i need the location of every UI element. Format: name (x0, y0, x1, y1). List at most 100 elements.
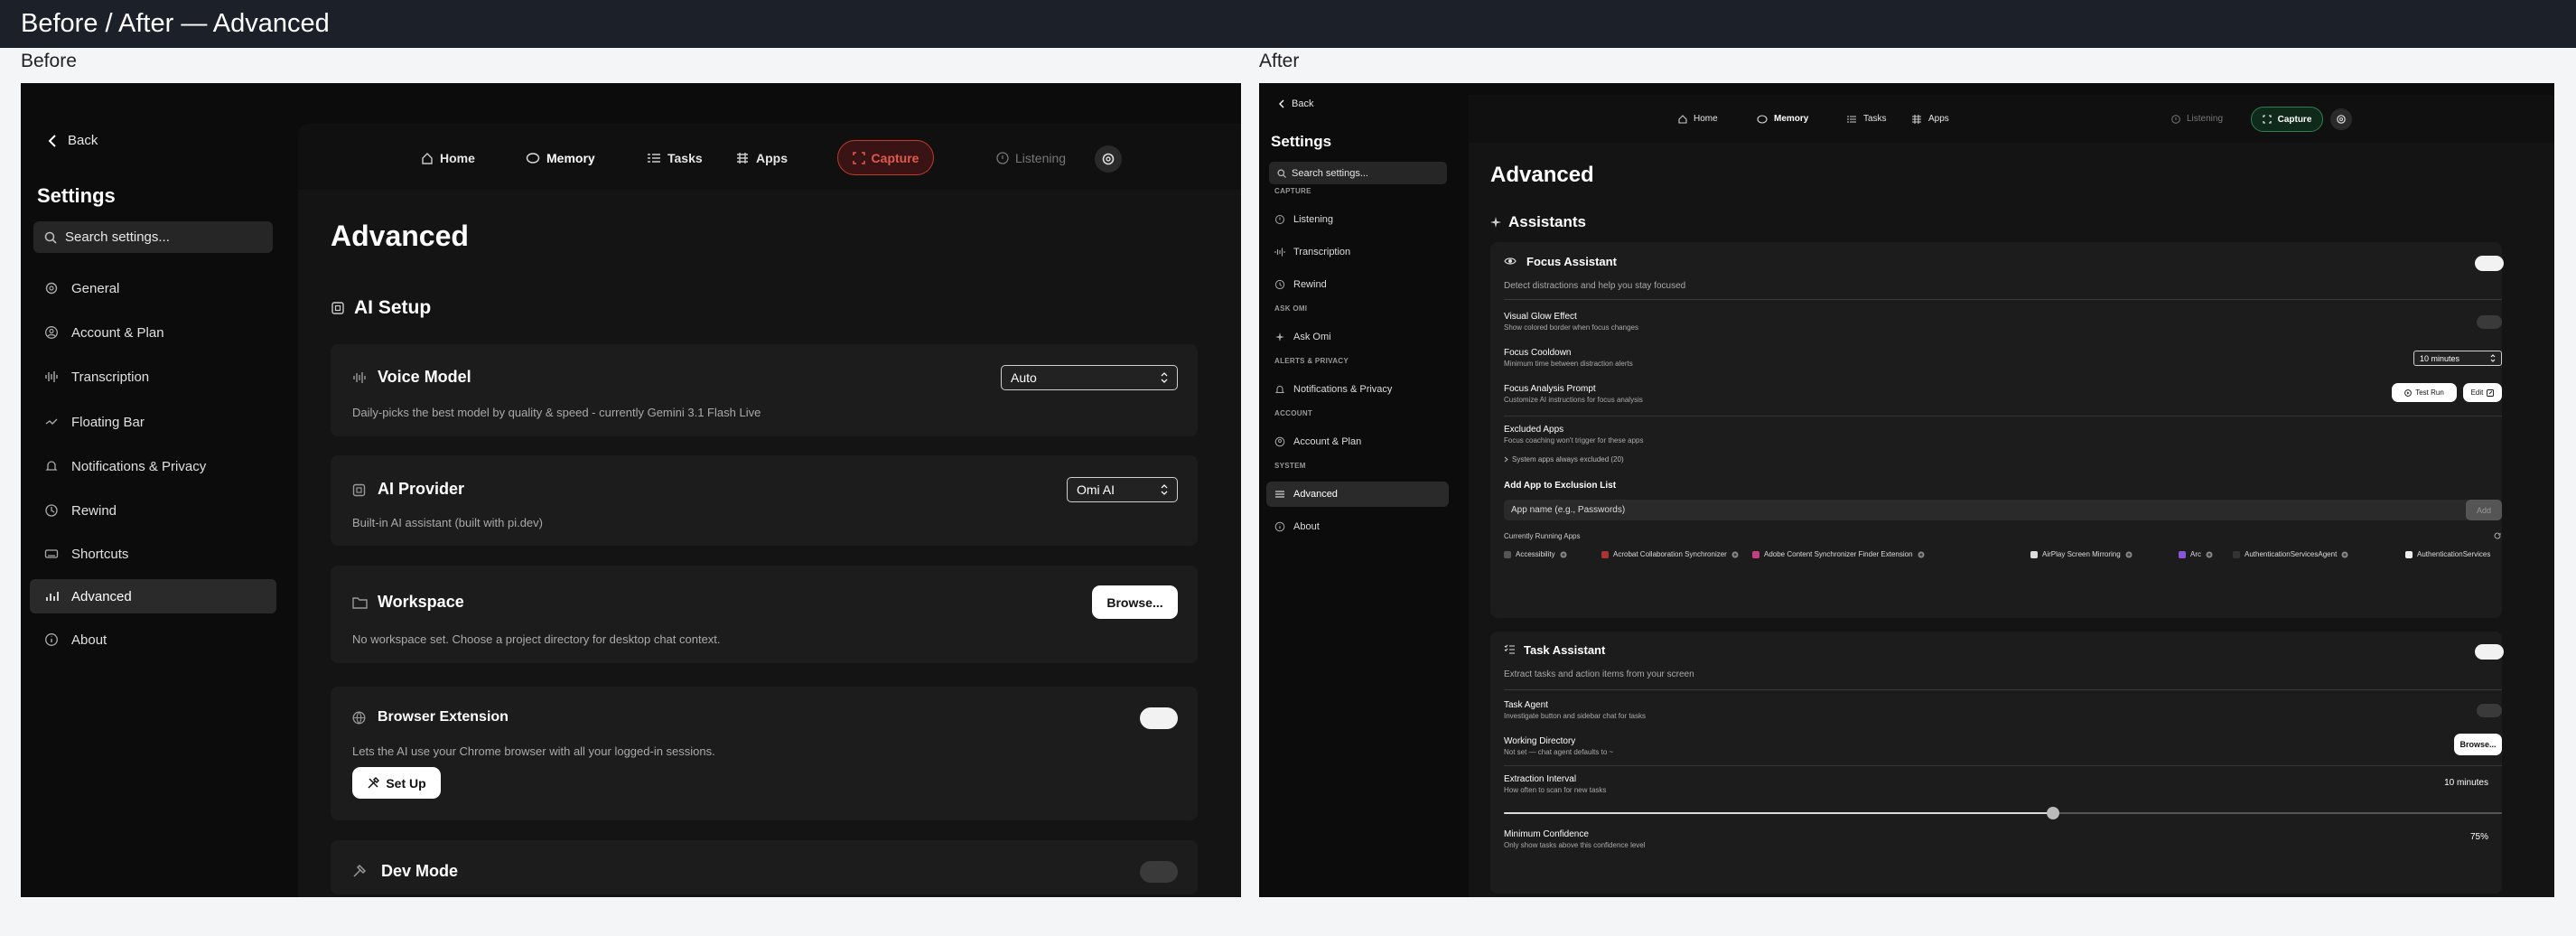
capture-button[interactable]: Capture (837, 140, 934, 175)
after-sidebar: Back Settings Search settings... CAPTURE… (1259, 83, 1463, 897)
sidebar-section-header: ASK OMI (1274, 304, 1308, 313)
tab-apps-label: Apps (1928, 114, 1949, 124)
interval-slider[interactable] (1504, 806, 2502, 820)
tab-apps-label: Apps (756, 151, 788, 165)
section-title: Assistants (1508, 213, 1586, 230)
working-dir-browse-button[interactable]: Browse... (2454, 734, 2502, 755)
info-icon (44, 632, 59, 647)
sidebar-item-account-plan[interactable]: Account & Plan (1266, 429, 1449, 454)
after-main: Home Memory Tasks Apps Listening Capture… (1469, 95, 2554, 897)
chevron-updown-icon (1161, 372, 1168, 383)
sidebar-item-listening[interactable]: Listening (1266, 207, 1449, 232)
tab-home[interactable]: Home (1678, 114, 1718, 124)
tab-apps[interactable]: Apps (735, 151, 788, 165)
title-bar: Before / After — Advanced (0, 0, 2576, 48)
ai-provider-select[interactable]: Omi AI (1067, 477, 1178, 502)
running-app-chip[interactable]: Acrobat Collaboration Synchronizer (1601, 550, 1739, 558)
running-app-chip[interactable]: Arc (2179, 550, 2213, 558)
tab-home[interactable]: Home (421, 151, 475, 165)
slider-thumb[interactable] (2046, 807, 2059, 819)
ai-provider-desc: Built-in AI assistant (built with pi.dev… (352, 516, 543, 529)
running-app-chip[interactable]: AuthenticationServicesAgent (2233, 550, 2348, 558)
section-header: Assistants (1490, 213, 1586, 231)
app-icon (1601, 550, 1609, 558)
sidebar-item-general[interactable]: General (30, 271, 276, 305)
settings-button[interactable] (1095, 145, 1122, 173)
running-app-chip[interactable]: AuthenticationServices (2405, 550, 2490, 558)
divider (1504, 765, 2502, 766)
brain-icon (526, 152, 540, 164)
running-app-chip[interactable]: Adobe Content Synchronizer Finder Extens… (1752, 550, 1925, 558)
sidebar-item-about[interactable]: About (30, 622, 276, 657)
running-app-chip[interactable]: Accessibility (1504, 550, 1567, 558)
voice-model-desc: Daily-picks the best model by quality & … (352, 406, 761, 419)
add-circle-icon[interactable] (1731, 551, 1739, 558)
sidebar-item-transcription[interactable]: Transcription (30, 360, 276, 394)
bell-icon (44, 459, 59, 473)
chip-icon (331, 301, 345, 315)
tab-home-label: Home (440, 151, 475, 165)
dev-mode-toggle[interactable] (1140, 861, 1178, 883)
add-circle-icon[interactable] (2341, 551, 2348, 558)
folder-icon (352, 596, 368, 609)
listening-status[interactable]: Listening (996, 151, 1066, 165)
add-circle-icon[interactable] (2125, 551, 2133, 558)
sidebar-item-notifications-privacy[interactable]: Notifications & Privacy (1266, 377, 1449, 402)
back-button[interactable]: Back (48, 133, 98, 148)
sidebar-item-ask-omi[interactable]: Ask Omi (1266, 324, 1449, 350)
add-circle-icon[interactable] (2206, 551, 2213, 558)
add-circle-icon[interactable] (1560, 551, 1567, 558)
sidebar-item-advanced[interactable]: Advanced (30, 579, 276, 613)
tab-memory[interactable]: Memory (1757, 114, 1808, 124)
sidebar-item-transcription[interactable]: Transcription (1266, 239, 1449, 265)
app-name: AuthenticationServicesAgent (2245, 550, 2338, 558)
setup-button[interactable]: Set Up (352, 767, 441, 799)
sidebar-item-label: General (71, 280, 120, 296)
browser-extension-card: Browser Extension Lets the AI use your C… (331, 687, 1198, 820)
working-dir-title: Working Directory (1504, 736, 1576, 746)
sidebar-item-label: Advanced (1293, 489, 1338, 500)
sidebar-item-rewind[interactable]: Rewind (1266, 272, 1449, 297)
sidebar-section-header: CAPTURE (1274, 187, 1311, 195)
globe-icon (352, 711, 366, 725)
running-app-chip[interactable]: AirPlay Screen Mirroring (2030, 550, 2133, 558)
sidebar-item-rewind[interactable]: Rewind (30, 493, 276, 528)
tasks-icon (1846, 115, 1857, 124)
app-name: AirPlay Screen Mirroring (2042, 550, 2121, 558)
workspace-browse-button[interactable]: Browse... (1092, 585, 1178, 619)
sidebar-item-advanced[interactable]: Advanced (1266, 482, 1449, 507)
search-placeholder: Search settings... (65, 229, 170, 245)
dev-mode-card: Dev Mode (331, 840, 1198, 894)
search-input[interactable]: Search settings... (1269, 162, 1447, 184)
tab-apps[interactable]: Apps (1911, 114, 1949, 124)
task-agent-toggle[interactable] (2477, 704, 2502, 717)
listening-status[interactable]: Listening (2171, 114, 2223, 124)
task-assistant-toggle[interactable] (2475, 644, 2504, 660)
voice-model-select[interactable]: Auto (1001, 365, 1178, 390)
waveform-icon (44, 370, 59, 384)
info-icon (1274, 521, 1285, 532)
capture-button[interactable]: Capture (2251, 107, 2323, 132)
tab-memory[interactable]: Memory (526, 151, 595, 165)
sidebar-item-account-plan[interactable]: Account & Plan (30, 315, 276, 350)
settings-button[interactable] (2330, 108, 2352, 130)
task-assistant-desc: Extract tasks and action items from your… (1504, 669, 1694, 679)
sidebar-section-header: ACCOUNT (1274, 409, 1313, 417)
search-input[interactable]: Search settings... (33, 221, 273, 253)
person-icon (44, 325, 59, 340)
add-circle-icon[interactable] (1918, 551, 1925, 558)
tab-tasks[interactable]: Tasks (1846, 114, 1887, 124)
interval-value: 10 minutes (2444, 778, 2488, 788)
sidebar-item-shortcuts[interactable]: Shortcuts (30, 537, 276, 571)
sidebar-item-floating-bar[interactable]: Floating Bar (30, 405, 276, 439)
workspace-title: Workspace (378, 593, 464, 611)
tasks-icon (647, 152, 661, 164)
chevron-updown-icon (1161, 484, 1168, 495)
tab-tasks[interactable]: Tasks (647, 151, 703, 165)
app-name: Adobe Content Synchronizer Finder Extens… (1764, 550, 1913, 558)
sidebar-item-notifications-privacy[interactable]: Notifications & Privacy (30, 449, 276, 483)
task-agent-desc: Investigate button and sidebar chat for … (1504, 712, 1646, 720)
browser-extension-toggle[interactable] (1140, 707, 1178, 729)
sidebar-item-about[interactable]: About (1266, 514, 1449, 539)
back-button[interactable]: Back (1279, 98, 1313, 109)
